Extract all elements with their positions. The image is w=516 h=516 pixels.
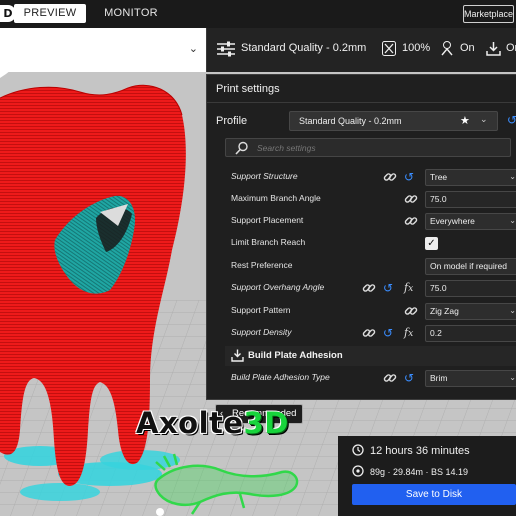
star-icon[interactable]: ★ [460,114,470,127]
setting-support-structure: Support Structure ↺ Tree ⌄ [207,167,516,189]
setting-label: Support Structure [231,171,298,181]
profile-dropdown[interactable]: Standard Quality - 0.2mm ★ ⌄ [289,111,498,131]
setting-label: Limit Branch Reach [231,237,306,247]
adhesion-icon [231,349,244,362]
search-input[interactable] [257,141,497,155]
save-to-disk-button[interactable]: Save to Disk [352,484,516,505]
print-setup-bar: ⌄ Standard Quality - 0.2mm 100% On On [0,28,516,72]
tab-monitor[interactable]: MONITOR [98,4,164,23]
support-value: On [460,42,475,54]
chevron-down-icon: ⌄ [188,42,198,55]
support-placement-select[interactable]: Everywhere ⌄ [425,213,516,230]
support-pattern-select[interactable]: Zig Zag ⌄ [425,303,516,320]
limit-branch-reach-checkbox[interactable]: ✓ [425,237,438,250]
link-icon [404,217,418,225]
marketplace-button[interactable]: Marketplace [463,5,514,23]
select-value: Zig Zag [430,306,459,316]
setting-build-plate-adhesion-type: Build Plate Adhesion Type ↺ Brim ⌄ [207,368,516,390]
link-icon [362,329,376,337]
chevron-down-icon: ⌄ [509,216,516,225]
setting-support-pattern: Support Pattern Zig Zag ⌄ [207,301,516,323]
input-value: 75.0 [430,283,447,293]
search-icon [235,141,248,155]
top-bar: D PREVIEW MONITOR Marketplace [0,0,516,28]
select-value: Brim [430,373,448,383]
setting-max-branch-angle: Maximum Branch Angle 75.0 [207,189,516,211]
select-value: Tree [430,172,448,182]
infill-value: 100% [402,42,431,54]
print-settings-panel: Print settings Profile Standard Quality … [206,74,516,400]
print-time-row: 12 hours 36 minutes [352,444,470,457]
input-value: 0.2 [430,328,442,338]
setting-limit-branch-reach: Limit Branch Reach ✓ [207,233,516,255]
chevron-down-icon: ⌄ [480,115,488,125]
reset-icon[interactable]: ↺ [383,281,397,295]
panel-title: Print settings [216,83,280,95]
search-settings-field[interactable] [225,138,511,157]
adhesion-value: On [506,42,516,54]
select-value: Everywhere [430,216,475,226]
printer-selector[interactable]: ⌄ [0,28,206,72]
setting-label: Support Pattern [231,305,291,315]
link-icon [362,284,376,292]
watermark-logo: Axolte3D [136,406,289,440]
chevron-down-icon: ⌄ [509,306,516,315]
setting-label: Rest Preference [231,260,293,270]
reset-icon[interactable]: ↺ [383,326,397,340]
setting-support-overhang-angle: Support Overhang Angle ↺ fx 75.0 [207,278,516,300]
reset-icon[interactable]: ↺ [404,371,418,385]
reset-icon[interactable]: ↺ [404,170,418,184]
divider [207,102,516,103]
function-icon: fx [404,326,414,339]
material-info: 89g · 29.84m · BS 14.19 [370,467,469,477]
setting-label: Support Density [231,327,292,337]
clock-icon [352,444,364,456]
support-icon [441,41,453,56]
support-density-input[interactable]: 0.2 [425,325,516,342]
sliders-icon [217,41,235,57]
setting-label: Maximum Branch Angle [231,193,321,203]
watermark-3d: 3D [243,406,289,440]
category-label: Build Plate Adhesion [248,350,343,361]
output-panel: 12 hours 36 minutes 89g · 29.84m · BS 14… [338,436,516,516]
profile-summary: Standard Quality - 0.2mm [241,42,367,54]
print-setup-summary[interactable]: Standard Quality - 0.2mm 100% On On [206,28,516,72]
adhesion-icon [486,42,501,56]
setting-label: Build Plate Adhesion Type [231,372,330,382]
support-overhang-angle-input[interactable]: 75.0 [425,280,516,297]
chevron-down-icon: ⌄ [509,172,516,181]
material-row: 89g · 29.84m · BS 14.19 [352,465,468,477]
print-time: 12 hours 36 minutes [370,445,470,457]
rest-preference-select[interactable]: On model if required [425,258,516,275]
infill-icon [382,41,396,56]
tab-preview[interactable]: PREVIEW [14,4,86,23]
link-icon [383,374,397,382]
link-icon [404,307,418,315]
input-value: 75.0 [430,194,447,204]
setting-label: Support Overhang Angle [231,282,325,292]
setting-support-placement: Support Placement Everywhere ⌄ [207,211,516,233]
chevron-down-icon: ⌄ [509,373,516,382]
setting-label: Support Placement [231,215,304,225]
max-branch-angle-input[interactable]: 75.0 [425,191,516,208]
setting-support-density: Support Density ↺ fx 0.2 [207,323,516,345]
link-icon [404,195,418,203]
setting-rest-preference: Rest Preference On model if required [207,256,516,278]
function-icon: fx [404,281,414,294]
reset-icon[interactable]: ↺ [507,113,516,127]
support-structure-select[interactable]: Tree ⌄ [425,169,516,186]
watermark-text: Axolte [136,406,244,440]
select-value: On model if required [430,261,508,271]
adhesion-type-select[interactable]: Brim ⌄ [425,370,516,387]
profile-label: Profile [216,115,248,127]
spool-icon [352,465,364,477]
link-icon [383,173,397,181]
profile-dropdown-value: Standard Quality - 0.2mm [299,116,402,126]
category-build-plate-adhesion[interactable]: Build Plate Adhesion ⌄ [225,346,516,366]
